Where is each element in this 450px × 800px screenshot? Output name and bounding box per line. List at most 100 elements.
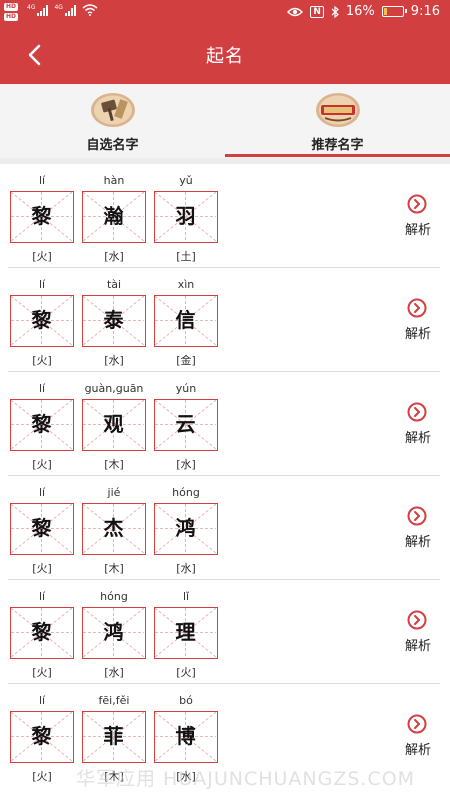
hanzi: 鸿 <box>175 516 196 540</box>
analyze-button[interactable]: 解析 <box>398 714 438 758</box>
name-char: lí 黎 [火] <box>10 580 74 684</box>
hanzi: 观 <box>103 412 124 436</box>
gavel-icon <box>91 93 135 127</box>
element-label: [水] <box>176 458 196 471</box>
char-box: 黎 <box>10 399 74 451</box>
element-label: [火] <box>32 354 52 367</box>
tab-custom-name[interactable]: 自选名字 <box>0 84 225 158</box>
name-char: yún 云 [水] <box>154 372 218 476</box>
name-char: tài 泰 [水] <box>82 268 146 372</box>
element-label: [水] <box>104 666 124 679</box>
battery-percent: 16% <box>345 4 375 19</box>
hanzi: 黎 <box>31 308 52 332</box>
analyze-button[interactable]: 解析 <box>398 506 438 550</box>
name-char: jié 杰 [木] <box>82 476 146 580</box>
nfc-icon: N <box>310 5 324 18</box>
list-item[interactable]: lí 黎 [火] tài 泰 [水] xìn 信 [金] 解析 <box>0 268 450 372</box>
name-char: hóng 鸿 [水] <box>82 580 146 684</box>
char-box: 黎 <box>10 711 74 763</box>
element-label: [火] <box>32 250 52 263</box>
page-title: 起名 <box>206 46 244 67</box>
char-box: 泰 <box>82 295 146 347</box>
hanzi: 瀚 <box>103 204 124 228</box>
name-char: lí 黎 [火] <box>10 372 74 476</box>
element-label: [金] <box>176 354 196 367</box>
element-label: [火] <box>32 770 52 783</box>
pinyin: xìn <box>177 278 195 291</box>
element-label: [土] <box>176 250 196 263</box>
list-item[interactable]: lí 黎 [火] jié 杰 [木] hóng 鸿 [水] 解析 <box>0 476 450 580</box>
char-box: 瀚 <box>82 191 146 243</box>
hanzi: 云 <box>175 412 196 436</box>
tab-recommended-name[interactable]: 推荐名字 <box>225 84 450 158</box>
char-box: 信 <box>154 295 218 347</box>
watermark: 华军应用 HUAJUNCHUANGZS.COM <box>76 768 416 790</box>
scroll-icon <box>316 93 360 127</box>
analyze-button[interactable]: 解析 <box>398 194 438 238</box>
active-tab-indicator <box>225 154 450 157</box>
element-label: [水] <box>104 250 124 263</box>
hanzi: 羽 <box>175 204 196 228</box>
char-box: 鸿 <box>154 503 218 555</box>
analyze-label: 解析 <box>404 743 431 758</box>
hanzi: 杰 <box>103 516 124 540</box>
element-label: [火] <box>32 562 52 575</box>
char-box: 黎 <box>10 503 74 555</box>
hd-badges: HD HD <box>4 3 24 23</box>
clock: 9:16 <box>410 4 440 19</box>
analyze-button[interactable]: 解析 <box>398 402 438 446</box>
name-char: guàn,guān 观 [木] <box>82 372 146 476</box>
status-bar: HD HD 4G 4G N 16% 9:16 <box>0 0 450 26</box>
hanzi: 黎 <box>31 204 52 228</box>
top-bar: HD HD 4G 4G N 16% 9:16 起名 <box>0 0 450 84</box>
list-item[interactable]: lí 黎 [火] hóng 鸿 [水] lǐ 理 [火] 解析 <box>0 580 450 684</box>
pinyin: yún <box>175 382 197 395</box>
chevron-right-circle-icon <box>407 298 427 318</box>
hanzi: 黎 <box>31 620 52 644</box>
signal-icon: 4G <box>27 4 49 16</box>
name-char: hàn 瀚 [水] <box>82 164 146 268</box>
hanzi: 黎 <box>31 516 52 540</box>
analyze-button[interactable]: 解析 <box>398 298 438 342</box>
list-item[interactable]: lí 黎 [火] guàn,guān 观 [木] yún 云 [水] 解析 <box>0 372 450 476</box>
name-char: yǔ 羽 [土] <box>154 164 218 268</box>
name-char: lí 黎 [火] <box>10 268 74 372</box>
name-char: lí 黎 [火] <box>10 164 74 268</box>
name-char: lí 黎 [火] <box>10 476 74 580</box>
char-box: 杰 <box>82 503 146 555</box>
hd-badge-1: HD <box>4 3 18 11</box>
analyze-label: 解析 <box>404 327 431 342</box>
char-box: 理 <box>154 607 218 659</box>
analyze-label: 解析 <box>404 535 431 550</box>
battery-icon <box>381 6 407 17</box>
hanzi: 理 <box>175 620 196 644</box>
element-label: [水] <box>176 562 196 575</box>
name-char: lí 黎 [火] <box>10 684 74 788</box>
char-box: 黎 <box>10 607 74 659</box>
signal-icon-2: 4G <box>54 4 76 16</box>
char-box: 云 <box>154 399 218 451</box>
hanzi: 黎 <box>31 412 52 436</box>
hanzi: 博 <box>175 724 196 748</box>
list-item[interactable]: lí 黎 [火] hàn 瀚 [水] yǔ 羽 [土] 解析 <box>0 164 450 268</box>
element-label: [水] <box>104 354 124 367</box>
hanzi: 信 <box>175 308 196 332</box>
analyze-button[interactable]: 解析 <box>398 610 438 654</box>
chevron-right-circle-icon <box>407 610 427 630</box>
analyze-label: 解析 <box>404 431 431 446</box>
name-char: xìn 信 [金] <box>154 268 218 372</box>
chevron-right-circle-icon <box>407 506 427 526</box>
chevron-right-circle-icon <box>407 194 427 214</box>
hanzi: 泰 <box>103 308 124 332</box>
wifi-icon <box>82 4 98 16</box>
pinyin: lǐ <box>182 590 190 603</box>
chevron-right-circle-icon <box>407 402 427 422</box>
app-header: 起名 <box>0 26 450 84</box>
char-box: 羽 <box>154 191 218 243</box>
element-label: [火] <box>32 666 52 679</box>
char-box: 观 <box>82 399 146 451</box>
pinyin: hóng <box>172 486 200 499</box>
bluetooth-icon <box>331 5 339 18</box>
hanzi: 鸿 <box>103 620 124 644</box>
char-box: 博 <box>154 711 218 763</box>
